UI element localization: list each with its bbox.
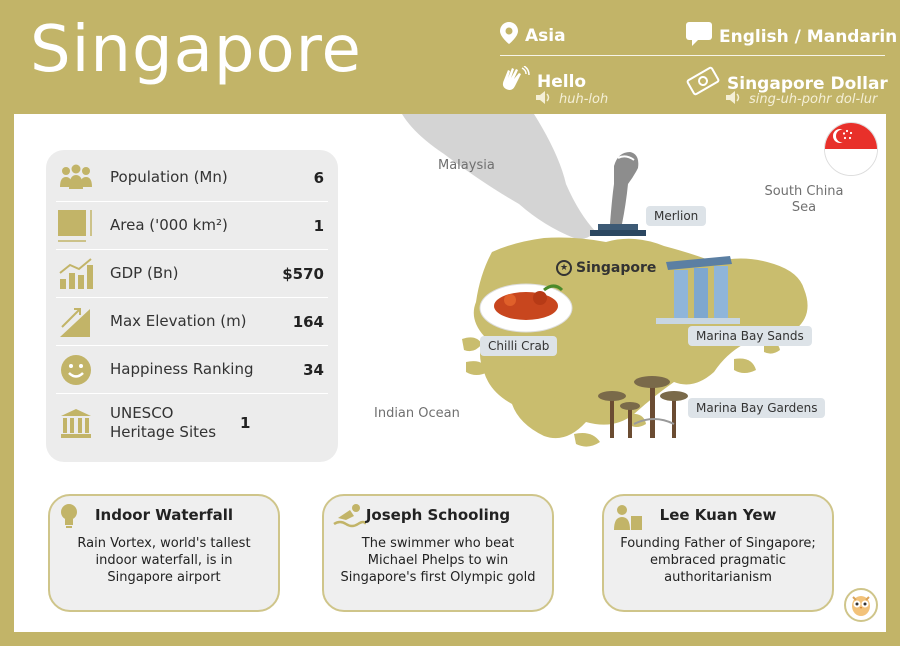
chilli-crab-label: Chilli Crab: [480, 336, 558, 356]
greeting-pronunciation-text: huh-loh: [559, 92, 609, 107]
gdp-chart-icon: [56, 256, 96, 292]
marina-bay-sands-label: Marina Bay Sands: [688, 326, 812, 346]
indian-ocean-label: Indian Ocean: [374, 406, 460, 421]
languages-label: English / Mandarin: [719, 26, 898, 47]
speaker-icon: [536, 91, 552, 108]
stat-row-elevation: Max Elevation (m) 164: [56, 298, 328, 346]
stats-card: Population (Mn) 6 Area ('000 km²) 1 GDP …: [46, 150, 338, 462]
merlion-label: Merlion: [646, 206, 707, 226]
chilli-crab-icon: [479, 283, 573, 333]
fact-title: Indoor Waterfall: [94, 506, 234, 524]
marina-bay-gardens-label: Marina Bay Gardens: [688, 398, 826, 418]
continent-label: Asia: [525, 25, 566, 46]
main-panel: Malaysia South China Sea Indian Ocean ★ …: [14, 114, 886, 632]
greeting-label: Hello: [537, 71, 587, 92]
owl-logo-icon: [844, 588, 878, 622]
stat-label: Population (Mn): [110, 168, 228, 187]
stat-label: GDP (Bn): [110, 264, 179, 283]
stat-label: Max Elevation (m): [110, 312, 247, 331]
malaysia-label: Malaysia: [438, 158, 495, 173]
fact-card-indoor-waterfall: Indoor Waterfall Rain Vortex, world's ta…: [48, 494, 280, 612]
speaker-icon: [726, 91, 742, 108]
header-divider: [500, 55, 885, 56]
continent: Asia: [500, 22, 566, 49]
fact-card-joseph-schooling: Joseph Schooling The swimmer who beat Mi…: [322, 494, 554, 612]
capital-marker: ★ Singapore: [556, 260, 656, 276]
fact-title: Lee Kuan Yew: [659, 506, 777, 524]
merlion-icon: [590, 152, 646, 236]
south-china-sea-label: South China Sea: [764, 184, 844, 216]
stat-row-area: Area ('000 km²) 1: [56, 202, 328, 250]
elevation-icon: [56, 304, 96, 340]
stat-label: Area ('000 km²): [110, 216, 228, 235]
museum-icon: [56, 405, 96, 441]
island: [574, 433, 600, 447]
singapore-flag-icon: [824, 122, 878, 176]
location-pin-icon: [500, 22, 518, 49]
island: [462, 337, 482, 352]
capital-label: Singapore: [576, 260, 657, 276]
languages: English / Mandarin: [686, 22, 897, 51]
island: [734, 358, 756, 373]
fact-text: The swimmer who beat Michael Phelps to w…: [340, 536, 536, 585]
banknote-icon: [686, 66, 720, 101]
fact-title: Joseph Schooling: [365, 506, 511, 524]
fact-card-lee-kuan-yew: Lee Kuan Yew Founding Father of Singapor…: [602, 494, 834, 612]
stat-row-population: Population (Mn) 6: [56, 154, 328, 202]
star-icon: ★: [556, 260, 572, 276]
stat-value: $570: [282, 264, 324, 283]
stat-row-gdp: GDP (Bn) $570: [56, 250, 328, 298]
currency-pronunciation: sing-uh-pohr dol-lur: [726, 91, 877, 108]
page-title: Singapore: [30, 13, 362, 87]
fact-text: Founding Father of Singapore; embraced p…: [620, 536, 816, 585]
fact-text: Rain Vortex, world's tallest indoor wate…: [77, 536, 251, 585]
header: Singapore Asia English / Mandarin Hello …: [0, 0, 900, 112]
greeting-pronunciation: huh-loh: [536, 91, 608, 108]
speech-bubble-icon: [686, 22, 712, 51]
currency-pronunciation-text: sing-uh-pohr dol-lur: [749, 92, 878, 107]
area-icon: [56, 208, 96, 244]
stat-value: 34: [303, 360, 324, 379]
stat-value: 1: [240, 414, 251, 432]
stat-row-happiness: Happiness Ranking 34: [56, 346, 328, 394]
population-icon: [56, 160, 96, 196]
stat-row-unesco: UNESCO Heritage Sites 1: [56, 394, 328, 452]
stat-label: UNESCO Heritage Sites: [110, 404, 217, 441]
waving-hand-icon: [500, 65, 530, 97]
smiley-icon: [56, 352, 96, 388]
stat-value: 1: [313, 216, 324, 235]
stat-label: Happiness Ranking: [110, 360, 254, 379]
malaysia-landmass: [402, 114, 596, 240]
stat-value: 164: [292, 312, 324, 331]
stat-value: 6: [313, 168, 324, 187]
